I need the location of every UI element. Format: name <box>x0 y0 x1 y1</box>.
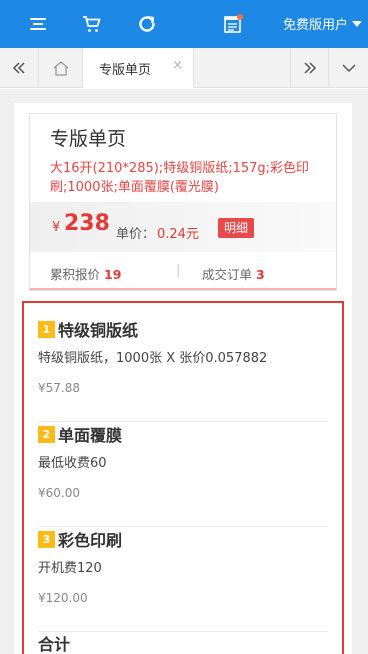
chevron-down-icon <box>341 64 356 73</box>
unit-price-label: 单价： <box>116 227 156 242</box>
item-name: 彩色印刷 <box>58 531 123 550</box>
item-price: ¥57.88 <box>38 381 80 395</box>
product-title: 专版单页 <box>50 128 127 150</box>
item-index-badge: 2 <box>38 425 55 443</box>
user-menu[interactable]: 免费版用户 <box>283 14 362 33</box>
quote-stat[interactable]: 累积报价 19 <box>50 264 121 283</box>
item-heading: 2 单面覆膜 <box>38 422 122 446</box>
cost-breakdown: 1 特级铜版纸 特级铜版纸，1000张 X 张价0.057882 ¥57.88 … <box>22 301 344 654</box>
item-index-badge: 3 <box>38 530 55 548</box>
tab-menu-button[interactable] <box>329 48 368 88</box>
stat-separator: | <box>176 263 181 278</box>
item-description: 特级铜版纸，1000张 X 张价0.057882 <box>38 351 268 366</box>
home-tab[interactable] <box>39 48 82 88</box>
item-index-badge: 1 <box>38 320 55 338</box>
content-area: 专版单页 大16开(210*285);特级铜版纸;157g;彩色印刷;1000张… <box>0 89 368 654</box>
quote-count: 19 <box>104 267 122 282</box>
price-value: 238 <box>64 211 110 236</box>
menu-icon[interactable] <box>26 12 50 36</box>
product-card: 专版单页 大16开(210*285);特级铜版纸;157g;彩色印刷;1000张… <box>29 113 337 291</box>
order-label: 成交订单 <box>202 267 253 282</box>
scroll-tabs-left-button[interactable] <box>0 48 38 88</box>
item-price: ¥60.00 <box>38 486 80 500</box>
item-heading: 1 特级铜版纸 <box>38 317 138 341</box>
home-icon <box>53 61 68 76</box>
breakdown-item: 3 彩色印刷 开机费120 ¥120.00 <box>38 527 328 632</box>
tab-bar: 专版单页 × <box>0 48 368 88</box>
product-spec: 大16开(210*285);特级铜版纸;157g;彩色印刷;1000张;单面覆膜… <box>50 161 310 195</box>
calendar-notification-icon[interactable] <box>221 12 245 36</box>
order-stat[interactable]: 成交订单 3 <box>202 264 265 283</box>
refresh-icon[interactable] <box>135 12 159 36</box>
item-name: 单面覆膜 <box>58 426 123 445</box>
price-row: ¥ 238 单价： 0.24元 明细 <box>30 202 336 252</box>
order-count: 3 <box>256 267 265 282</box>
double-chevron-right-icon <box>303 62 316 74</box>
tab-close-icon[interactable]: × <box>172 58 183 73</box>
tab-active[interactable]: 专版单页 × <box>82 48 194 88</box>
cart-icon[interactable] <box>80 12 104 36</box>
breakdown-item: 2 单面覆膜 最低收费60 ¥60.00 <box>38 422 328 527</box>
price-currency: ¥ <box>52 220 61 235</box>
content-panel: 专版单页 大16开(210*285);特级铜版纸;157g;彩色印刷;1000张… <box>14 103 352 654</box>
quote-label: 累积报价 <box>50 267 101 282</box>
item-price: ¥120.00 <box>38 591 88 605</box>
detail-button[interactable]: 明细 <box>218 218 255 238</box>
tab-label: 专版单页 <box>99 63 152 78</box>
double-chevron-left-icon <box>12 62 25 74</box>
scroll-tabs-right-button[interactable] <box>291 48 328 88</box>
item-description: 最低收费60 <box>38 456 107 471</box>
item-name: 特级铜版纸 <box>58 321 139 340</box>
top-bar: 免费版用户 <box>0 0 368 48</box>
item-description: 开机费120 <box>38 561 102 576</box>
unit-price-value: 0.24元 <box>157 227 199 242</box>
stats-row: 累积报价 19 | 成交订单 3 <box>30 252 336 290</box>
breakdown-item: 1 特级铜版纸 特级铜版纸，1000张 X 张价0.057882 ¥57.88 <box>38 317 328 422</box>
item-heading: 3 彩色印刷 <box>38 527 122 551</box>
caret-down-icon <box>352 20 362 27</box>
total-label: 合计 <box>38 635 71 654</box>
user-label: 免费版用户 <box>282 18 348 33</box>
